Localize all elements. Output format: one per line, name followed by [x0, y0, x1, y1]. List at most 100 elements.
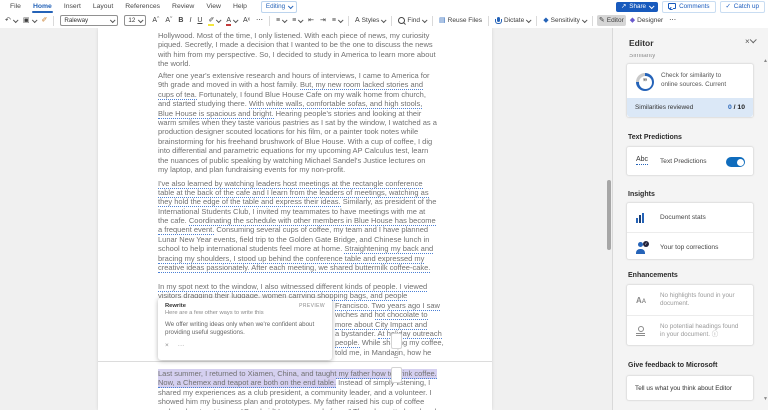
share-button[interactable]: ↗ Share — [616, 2, 658, 12]
section-divider-line — [98, 361, 492, 362]
menu-tab-home[interactable]: Home — [27, 0, 58, 13]
rewrite-subtitle: Here are a few other ways to write this — [165, 310, 325, 316]
close-icon[interactable]: × — [745, 37, 750, 46]
insights-heading: Insights — [628, 191, 655, 198]
shrink-font-button[interactable]: Aˇ — [163, 15, 174, 26]
menu-tab-file[interactable]: File — [4, 0, 27, 13]
paragraph[interactable]: Last summer, I returned to Xiamen, China… — [158, 369, 470, 410]
rewrite-popup: Rewrite PREVIEW Here are a few other way… — [158, 298, 332, 360]
menu-tab-layout[interactable]: Layout — [87, 0, 119, 13]
italic-button[interactable]: I — [187, 15, 193, 26]
more-options-icon[interactable]: ··· — [178, 342, 185, 349]
menu-tab-references[interactable]: References — [119, 0, 166, 13]
grow-font-button[interactable]: Aˆ — [150, 15, 161, 26]
reuse-files-icon: ▤ — [439, 16, 446, 25]
paragraph[interactable]: Francisco. Two years ago I sawwiches and… — [335, 301, 612, 357]
sensitivity-button[interactable]: ◆Sensitivity — [541, 15, 588, 26]
dictate-button[interactable]: Dictate — [493, 16, 532, 25]
increase-indent-button[interactable]: ⇥ — [318, 15, 328, 26]
chevron-down-icon — [649, 3, 655, 9]
bullets-button[interactable]: ≡ — [274, 15, 288, 26]
more-ribbon-button[interactable]: ⋯ — [667, 15, 678, 26]
top-corrections-label: Your top corrections — [660, 244, 718, 252]
text-predictions-toggle[interactable] — [726, 157, 745, 167]
headings-icon — [636, 326, 646, 336]
document-stats-item[interactable]: Document stats — [627, 203, 753, 232]
catch-up-icon: ✓ — [726, 3, 731, 10]
margin-marker-bottom[interactable] — [391, 367, 402, 383]
ribbon-divider — [391, 16, 392, 26]
font-color-button[interactable]: A — [224, 15, 239, 26]
undo-icon: ↶ — [5, 16, 11, 25]
find-button[interactable]: Find — [396, 16, 428, 25]
more-font-options-icon: ⋯ — [256, 16, 263, 25]
reuse-files-button[interactable]: ▤Reuse Files — [437, 15, 484, 26]
editor-button[interactable]: ✎Editor — [597, 15, 626, 26]
document-stats-label: Document stats — [660, 214, 706, 222]
menu-tab-view[interactable]: View — [200, 0, 227, 13]
paragraph[interactable]: Hollywood. Most of the time, I only list… — [158, 31, 470, 69]
top-corrections-item[interactable]: ✓ Your top corrections — [627, 232, 753, 262]
rewrite-popup-header: Rewrite PREVIEW — [165, 303, 325, 309]
text-predictions-label: Text Predictions — [660, 158, 707, 165]
margin-anchor-icon — [394, 353, 398, 358]
ribbon-divider — [536, 16, 537, 26]
similarity-progress-ring-icon: ” — [636, 73, 654, 91]
similarity-card[interactable]: ” Check for similarity to online sources… — [626, 63, 754, 118]
ribbon-divider — [269, 16, 270, 26]
dictate-icon — [497, 17, 500, 22]
menubar: FileHomeInsertLayoutReferencesReviewView… — [0, 0, 768, 13]
clear-formatting-button[interactable]: Aˣ — [241, 15, 252, 26]
catch-up-button[interactable]: ✓ Catch up — [720, 1, 765, 13]
margin-marker-top[interactable] — [391, 333, 402, 349]
ribbon-items: ↶▣✐Raleway12AˆAˇBIU✐AAˣ⋯≡≡⇤⇥≡AStylesFind… — [3, 14, 765, 27]
scroll-down-icon[interactable]: ▼ — [763, 396, 768, 402]
bold-icon: B — [178, 16, 183, 25]
more-font-options-button[interactable]: ⋯ — [254, 15, 265, 26]
menu-tab-review[interactable]: Review — [166, 0, 200, 13]
format-painter-button[interactable]: ✐ — [40, 15, 50, 26]
shrink-font-icon: Aˇ — [165, 16, 172, 25]
editing-mode-dropdown[interactable]: Editing — [261, 1, 297, 13]
styles-button[interactable]: AStyles — [353, 15, 387, 26]
enhancements-heading: Enhancements — [628, 272, 678, 279]
close-icon[interactable]: × — [165, 342, 169, 349]
designer-button[interactable]: ◆Designer — [628, 15, 665, 26]
document-scrollbar[interactable] — [607, 180, 611, 250]
bold-button[interactable]: B — [176, 15, 185, 26]
paste-button[interactable]: ▣ — [21, 15, 38, 26]
paste-icon: ▣ — [23, 16, 30, 25]
feedback-button[interactable]: Tell us what you think about Editor — [626, 375, 754, 401]
decrease-indent-button[interactable]: ⇤ — [306, 15, 316, 26]
feedback-heading: Give feedback to Microsoft — [628, 362, 717, 369]
styles-icon: A — [355, 16, 360, 25]
underline-button[interactable]: U — [195, 15, 204, 26]
editing-mode-label: Editing — [266, 3, 285, 10]
menu-tab-insert[interactable]: Insert — [58, 0, 87, 13]
no-highlights-item[interactable]: AA No highlights found in your document. — [627, 285, 753, 315]
scroll-up-icon[interactable]: ▲ — [763, 58, 768, 64]
collapse-ribbon-button[interactable] — [750, 30, 755, 48]
alignment-button[interactable]: ≡ — [330, 15, 344, 26]
paragraph[interactable]: After one year's extensive research and … — [158, 71, 470, 174]
no-headings-item[interactable]: No potential headings found in your docu… — [627, 315, 753, 346]
font-name-select[interactable]: Raleway — [58, 14, 120, 27]
paragraph[interactable]: I've also learned by watching leaders ho… — [158, 179, 470, 273]
feedback-button-label: Tell us what you think about Editor — [635, 385, 732, 392]
decrease-indent-icon: ⇤ — [308, 16, 314, 25]
similarity-section-label: Similarity — [629, 54, 655, 59]
similarity-description: Check for similarity to online sources. … — [661, 72, 726, 89]
editor-panel-title: Editor — [629, 38, 654, 48]
comments-button[interactable]: Comments — [662, 1, 715, 13]
undo-button[interactable]: ↶ — [3, 15, 19, 26]
ribbon-divider — [488, 16, 489, 26]
rewrite-body: We offer writing ideas only when we're c… — [165, 321, 323, 337]
chevron-down-icon — [288, 3, 294, 9]
numbering-button[interactable]: ≡ — [290, 15, 304, 26]
menu-tab-help[interactable]: Help — [227, 0, 253, 13]
catch-up-label: Catch up — [734, 3, 759, 10]
font-size-select[interactable]: 12 — [122, 14, 148, 27]
text-highlight-button[interactable]: ✐ — [206, 15, 222, 26]
designer-icon: ◆ — [630, 16, 635, 25]
underline-icon: U — [197, 16, 202, 25]
